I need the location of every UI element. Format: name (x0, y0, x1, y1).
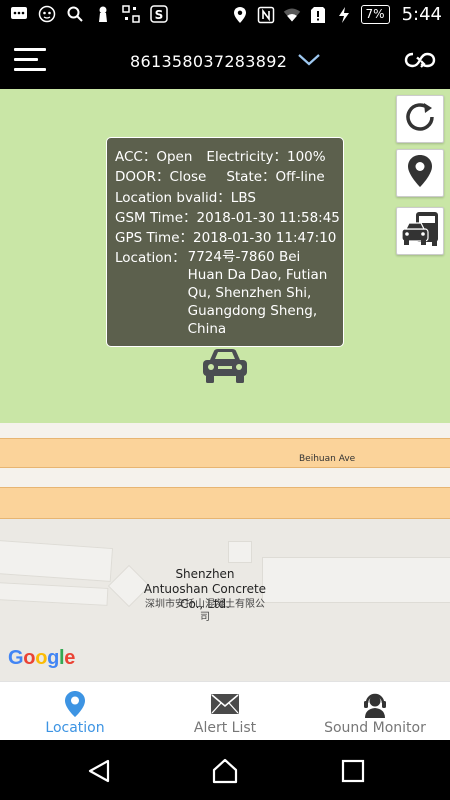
map-pin-icon (405, 153, 435, 193)
message-icon (10, 5, 28, 23)
device-selector[interactable]: 861358037283892 (130, 48, 321, 74)
map-view[interactable]: Beihuan Ave Shenzhen Antuoshan Concrete … (0, 89, 450, 681)
qr-icon (122, 5, 140, 23)
door-state-row: DOOR： Close State： Off-line (115, 167, 335, 187)
acc-value: Open (156, 149, 193, 165)
acc-electricity-row: ACC： Open Electricity： 100% (115, 147, 335, 167)
gsm-time-value: 2018-01-30 11:58:45 (196, 209, 340, 226)
infinity-sync-icon[interactable] (404, 48, 436, 72)
gsm-time-label: GSM Time： (115, 209, 197, 226)
door-label: DOOR： (115, 169, 170, 186)
my-location-button[interactable] (396, 149, 444, 197)
nfc-icon (257, 6, 275, 24)
location-pin-icon (60, 690, 90, 718)
keyhole-icon (94, 5, 112, 23)
state-value: Off-line (275, 169, 325, 186)
robot-icon (38, 5, 56, 23)
street-label: Beihuan Ave (299, 454, 356, 464)
chevron-down-icon (297, 52, 321, 71)
road-lane-top (0, 438, 450, 468)
headset-person-icon (360, 690, 390, 718)
car-marker-icon[interactable] (200, 346, 250, 386)
road-median (0, 468, 450, 488)
tab-sound-monitor-label: Sound Monitor (324, 720, 426, 736)
gsm-time-row: GSM Time： 2018-01-30 11:58:45 (115, 208, 340, 228)
back-icon[interactable] (86, 758, 112, 784)
building (0, 539, 114, 583)
tab-alert-list-label: Alert List (193, 720, 257, 736)
acc-label: ACC： (115, 149, 157, 165)
state-label: State： (226, 169, 276, 186)
refresh-button[interactable] (396, 95, 444, 143)
road-lane-bottom (0, 487, 450, 519)
tab-alert-list[interactable]: Alert List (150, 682, 300, 740)
device-id: 861358037283892 (130, 51, 288, 71)
location-valid-label: Location bvalid： (115, 189, 231, 206)
status-bar: S 7% 5:44 (0, 0, 450, 32)
recents-icon[interactable] (340, 758, 366, 784)
tab-location-label: Location (45, 720, 105, 736)
electricity-label: Electricity： (206, 149, 287, 165)
building (262, 557, 450, 603)
tab-location[interactable]: Location (0, 682, 150, 740)
app-bar: 861358037283892 (0, 32, 450, 89)
svg-text:S: S (155, 8, 164, 22)
refresh-icon (402, 99, 438, 139)
traffic-button[interactable] (396, 207, 444, 255)
home-icon[interactable] (212, 758, 238, 784)
gps-time-value: 2018-01-30 11:47:10 (193, 230, 337, 247)
poi-name-chinese: 深圳市安托山混凝土有限公司 (145, 599, 265, 623)
system-navigation-bar (0, 740, 450, 800)
location-valid-row: Location bvalid： LBS (115, 188, 335, 208)
gps-time-label: GPS Time： (115, 230, 194, 247)
vehicle-info-popup: ACC： Open Electricity： 100% DOOR： Close Sta… (106, 137, 344, 347)
status-clock: 5:44 (401, 4, 442, 25)
battery-level: 7% (360, 5, 390, 24)
envelope-icon (210, 690, 240, 718)
door-value: Close (169, 169, 207, 186)
building (0, 582, 109, 606)
sim-alert-icon (309, 6, 327, 24)
location-valid-value: LBS (230, 189, 256, 206)
electricity-value: 100% (286, 149, 326, 165)
location-row: Location： 7724号-7860 Bei Huan Da Dao, Fu… (115, 248, 335, 338)
wifi-icon (283, 6, 301, 24)
tab-sound-monitor[interactable]: Sound Monitor (300, 682, 450, 740)
search-icon (66, 5, 84, 23)
bottom-navigation: Location Alert List Sound Monitor (0, 681, 450, 740)
location-label: Location： (115, 250, 186, 267)
location-value: 7724号-7860 Bei Huan Da Dao, Futian Qu, S… (187, 249, 328, 338)
gps-time-row: GPS Time： 2018-01-30 11:47:10 (115, 228, 337, 248)
hamburger-menu-icon[interactable] (14, 48, 46, 72)
traffic-icon (400, 209, 440, 253)
building (228, 541, 252, 563)
status-bar-system: 7% 5:44 (231, 4, 442, 25)
google-logo: Google (8, 647, 76, 669)
status-bar-notifications: S (10, 5, 168, 23)
app-s-icon: S (150, 5, 168, 23)
charging-icon (335, 6, 353, 24)
location-pin-icon (231, 6, 249, 24)
